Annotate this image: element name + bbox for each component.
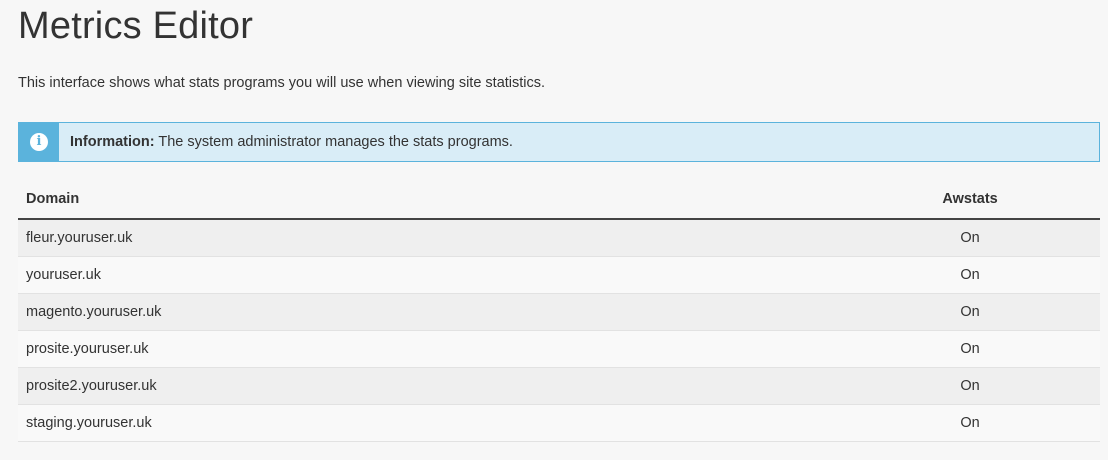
information-callout: i Information: The system administrator … [18, 122, 1100, 162]
table-row: fleur.youruser.uk On [18, 219, 1100, 257]
information-label: Information: [70, 134, 155, 150]
column-header-awstats[interactable]: Awstats [840, 180, 1100, 220]
domain-stats-table: Domain Awstats fleur.youruser.uk On your… [18, 180, 1100, 442]
awstats-status-cell: On [840, 404, 1100, 442]
awstats-status-cell: On [840, 293, 1100, 331]
table-header-row: Domain Awstats [18, 180, 1100, 220]
info-circle-icon: i [30, 133, 48, 151]
information-text: Information: The system administrator ma… [70, 134, 513, 150]
table-row: youruser.uk On [18, 256, 1100, 294]
domain-cell: staging.youruser.uk [18, 404, 841, 442]
domain-cell: prosite2.youruser.uk [18, 367, 841, 405]
domain-cell: magento.youruser.uk [18, 293, 841, 331]
awstats-status-cell: On [840, 330, 1100, 368]
column-header-domain[interactable]: Domain [18, 180, 841, 220]
domain-cell: prosite.youruser.uk [18, 330, 841, 368]
page-title: Metrics Editor [18, 5, 254, 47]
table-row: prosite.youruser.uk On [18, 330, 1100, 368]
awstats-status-cell: On [840, 219, 1100, 257]
information-message: The system administrator manages the sta… [158, 134, 513, 150]
awstats-status-cell: On [840, 367, 1100, 405]
page-description: This interface shows what stats programs… [18, 75, 546, 91]
table-row: magento.youruser.uk On [18, 293, 1100, 331]
info-icon-strip: i [19, 123, 59, 161]
table-row: prosite2.youruser.uk On [18, 367, 1100, 405]
domain-cell: fleur.youruser.uk [18, 219, 841, 257]
awstats-status-cell: On [840, 256, 1100, 294]
table-row: staging.youruser.uk On [18, 404, 1100, 442]
domain-cell: youruser.uk [18, 256, 841, 294]
